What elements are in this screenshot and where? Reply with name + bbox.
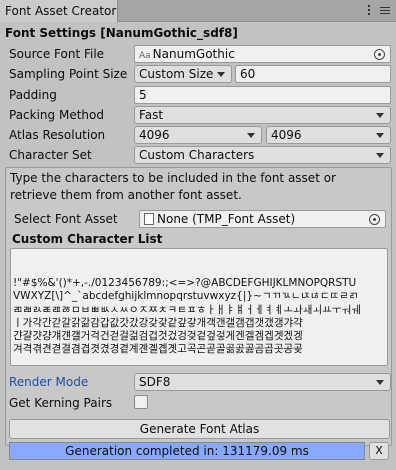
atlas-label: Atlas Resolution — [9, 128, 106, 142]
source-font-label: Source Font File — [9, 47, 105, 61]
charset-row: Character Set Custom Characters — [0, 145, 396, 165]
progress-text: Generation completed in: 131179.09 ms — [65, 444, 309, 458]
more-options-icon[interactable] — [366, 4, 372, 16]
char-line: 갼걀걋걍걔걘걜거걱건걷걸걺검겁것겄겅겆겉겊겋게겐겔겜겝겟겠겡 — [13, 330, 303, 343]
font-file-icon: Aa — [139, 51, 151, 61]
object-picker-icon[interactable] — [369, 214, 380, 225]
chevron-down-icon — [376, 133, 384, 138]
help-text: Type the characters to be included in th… — [10, 171, 336, 202]
select-font-asset-row: Select Font Asset None (TMP_Font Asset) — [0, 209, 396, 229]
atlas-height-value: 4096 — [271, 128, 302, 142]
sampling-row: Sampling Point Size Custom Size 60 — [0, 64, 396, 84]
char-line: VWXYZ[\]^_`abcdefghijklmnopqrstuvwxyz{|}… — [13, 290, 359, 303]
generate-font-atlas-button[interactable]: Generate Font Atlas — [9, 419, 390, 439]
progress-bar: Generation completed in: 131179.09 ms — [9, 442, 365, 460]
source-font-field[interactable]: Aa NanumGothic — [134, 45, 391, 63]
tab-font-asset-creator[interactable]: Font Asset Creator — [0, 0, 118, 22]
kerning-label: Get Kerning Pairs — [9, 396, 113, 410]
render-mode-label: Render Mode — [9, 375, 89, 389]
atlas-width-value: 4096 — [139, 128, 170, 142]
char-line: !"#$%&'()*+,-./0123456789:;<=>?@ABCDEFGH… — [13, 277, 357, 289]
window-menu — [366, 4, 390, 16]
render-mode-dropdown[interactable]: SDF8 — [134, 373, 391, 391]
char-line: 겨격겪견겯결겸겹겻겼경곁계곈곌곕곗고곡곤곧골곪곬곯곰곱곳공곶 — [13, 343, 303, 356]
section-header: Font Settings [NanumGothic_sdf8] — [5, 26, 238, 40]
select-font-asset-field[interactable]: None (TMP_Font Asset) — [139, 210, 386, 228]
chevron-down-icon — [376, 153, 384, 158]
render-mode-row: Render Mode SDF8 — [0, 372, 396, 392]
chevron-down-icon — [376, 113, 384, 118]
char-line: ㄻㄼㄽㄾㄿㅀㅁㅂㅃㅄㅅㅆㅇㅈㅉㅊㅋㅌㅍㅎㅏㅐㅑㅒㅓㅔㅕㅖㅗㅘㅙㅚㅛㅜㅝㅞ — [13, 303, 361, 316]
window-title-bar: Font Asset Creator — [0, 0, 396, 22]
charset-dropdown[interactable]: Custom Characters — [134, 146, 391, 164]
chevron-down-icon — [376, 380, 384, 385]
source-font-row: Source Font File Aa NanumGothic — [0, 44, 396, 64]
file-icon — [144, 213, 154, 225]
char-line: ㅣ가각간갇갈갉갊감갑값갓갔강갖갗같갚갛개객갠갤갬갭갯갰갱갸갹 — [13, 316, 303, 329]
menu-icon[interactable] — [380, 6, 390, 14]
object-picker-icon[interactable] — [374, 49, 385, 60]
sampling-label: Sampling Point Size — [9, 67, 128, 81]
padding-label: Padding — [9, 88, 57, 102]
select-font-asset-label: Select Font Asset — [14, 212, 118, 226]
select-font-asset-value: None (TMP_Font Asset) — [157, 212, 296, 226]
packing-row: Packing Method Fast — [0, 105, 396, 125]
chevron-down-icon — [247, 133, 255, 138]
padding-input[interactable]: 5 — [134, 86, 391, 104]
custom-character-textarea[interactable]: !"#$%&'()*+,-./0123456789:;<=>?@ABCDEFGH… — [10, 248, 388, 366]
atlas-height-dropdown[interactable]: 4096 — [266, 126, 391, 144]
chevron-down-icon — [217, 72, 225, 77]
source-font-value: NanumGothic — [152, 47, 235, 61]
sampling-size-input[interactable]: 60 — [235, 65, 391, 83]
sampling-mode-value: Custom Size — [139, 67, 214, 81]
charset-value: Custom Characters — [139, 148, 255, 162]
kerning-checkbox[interactable] — [134, 395, 148, 409]
custom-list-header: Custom Character List — [12, 232, 163, 246]
render-mode-value: SDF8 — [139, 375, 171, 389]
sampling-mode-dropdown[interactable]: Custom Size — [134, 65, 232, 83]
charset-label: Character Set — [9, 148, 92, 162]
packing-dropdown[interactable]: Fast — [134, 106, 391, 124]
atlas-row: Atlas Resolution 4096 4096 — [0, 125, 396, 145]
close-progress-button[interactable]: X — [369, 442, 389, 460]
atlas-width-dropdown[interactable]: 4096 — [134, 126, 262, 144]
kerning-row: Get Kerning Pairs — [0, 393, 396, 413]
packing-label: Packing Method — [9, 108, 104, 122]
padding-row: Padding 5 — [0, 85, 396, 105]
packing-value: Fast — [139, 108, 164, 122]
